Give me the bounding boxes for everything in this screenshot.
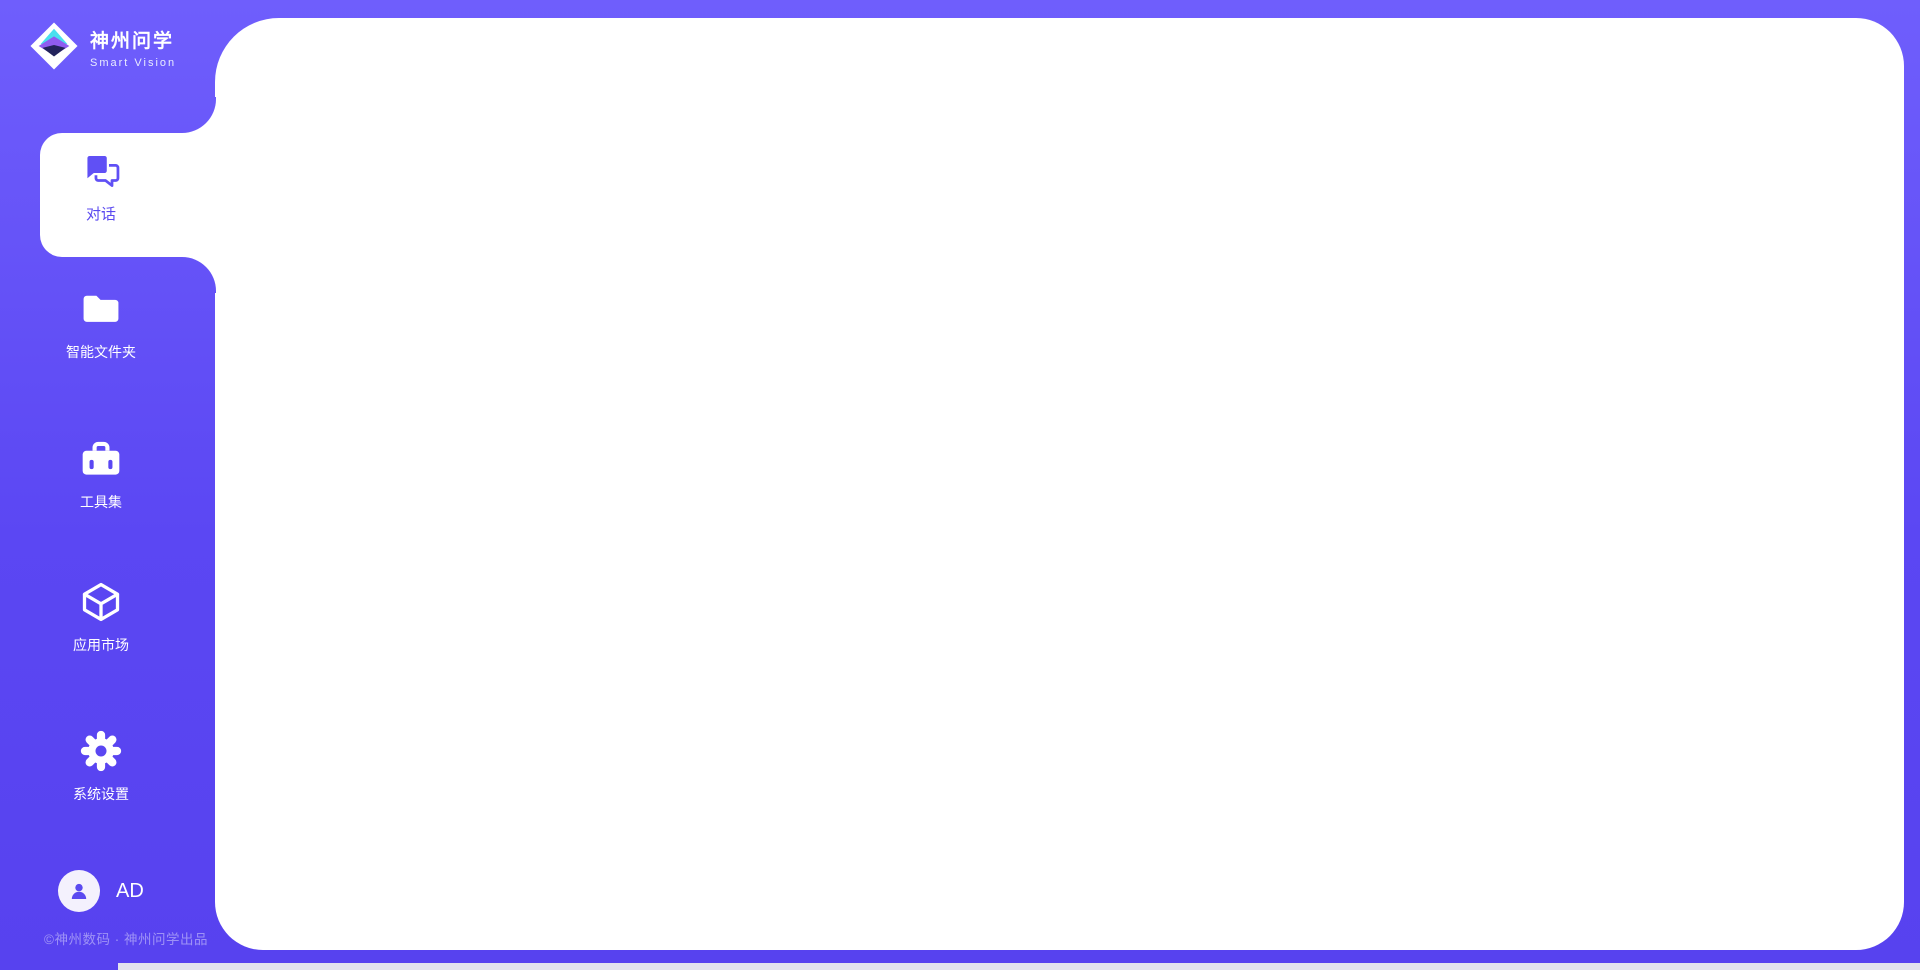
avatar (58, 870, 100, 912)
brand-subtitle: Smart Vision (90, 57, 176, 69)
main-panel (215, 18, 1904, 950)
sidebar-item-smart-folder[interactable]: 智能文件夹 (0, 287, 202, 362)
gear-icon (79, 729, 123, 773)
toolbox-icon (79, 437, 123, 481)
sidebar-item-label: 智能文件夹 (0, 342, 202, 362)
folder-icon (79, 287, 123, 331)
diamond-logo-icon (30, 22, 78, 70)
tab-curve-top (180, 97, 216, 133)
user-account[interactable]: AD (58, 870, 144, 912)
sidebar-item-label: 工具集 (0, 492, 202, 512)
brand: 神州问学 Smart Vision (30, 22, 176, 70)
sidebar-item-settings[interactable]: 系统设置 (0, 729, 202, 804)
user-initials: AD (116, 880, 144, 903)
sidebar-item-label: 应用市场 (0, 635, 202, 655)
brand-name: 神州问学 (90, 26, 176, 53)
sidebar-item-chat[interactable]: 对话 (0, 148, 202, 224)
sidebar-item-toolset[interactable]: 工具集 (0, 437, 202, 512)
cube-icon (79, 580, 123, 624)
sidebar-item-label: 系统设置 (0, 784, 202, 804)
bottom-edge-strip (118, 963, 1920, 970)
sidebar-item-app-market[interactable]: 应用市场 (0, 580, 202, 655)
chat-icon (79, 148, 123, 192)
person-icon (67, 879, 91, 903)
sidebar-item-label: 对话 (0, 203, 202, 224)
sidebar-footer: ©神州数码 · 神州问学出品 (44, 928, 208, 948)
